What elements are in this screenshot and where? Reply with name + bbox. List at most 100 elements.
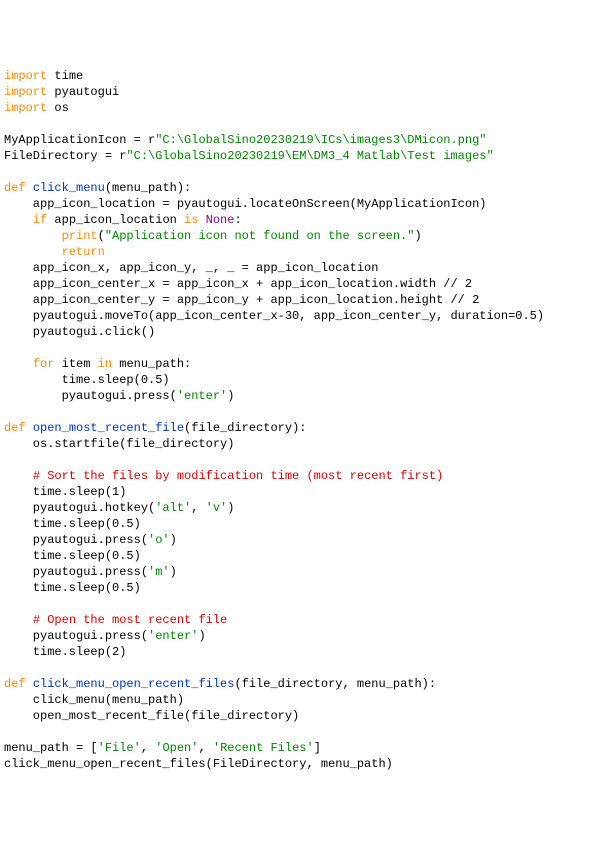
code-token: 'enter'	[177, 389, 227, 403]
code-token: app_icon_location	[47, 213, 184, 227]
code-token: MyApplicationIcon = r	[4, 133, 155, 147]
code-line	[4, 724, 598, 740]
code-line: pyautogui.press('m')	[4, 564, 598, 580]
code-line: pyautogui.press('o')	[4, 532, 598, 548]
code-token: time.sleep(0.5)	[4, 517, 141, 531]
code-token: in	[98, 357, 112, 371]
code-token: 'm'	[148, 565, 170, 579]
code-token: "C:\GlobalSino20230219\EM\DM3_4 Matlab\T…	[126, 149, 493, 163]
code-line: time.sleep(0.5)	[4, 580, 598, 596]
code-token: time.sleep(0.5)	[4, 581, 141, 595]
code-token: print	[62, 229, 98, 243]
code-line	[4, 340, 598, 356]
code-token: "Application icon not found on the scree…	[105, 229, 415, 243]
code-token	[4, 245, 62, 259]
code-line	[4, 404, 598, 420]
code-token: ,	[198, 741, 212, 755]
code-token: is	[184, 213, 198, 227]
code-token: FileDirectory = r	[4, 149, 126, 163]
code-token: import	[4, 101, 47, 115]
code-token: menu_path = [	[4, 741, 98, 755]
code-line: FileDirectory = r"C:\GlobalSino20230219\…	[4, 148, 598, 164]
code-line	[4, 164, 598, 180]
code-line: app_icon_location = pyautogui.locateOnSc…	[4, 196, 598, 212]
code-line: import time	[4, 68, 598, 84]
code-token: pyautogui.click()	[4, 325, 155, 339]
code-line: # Sort the files by modification time (m…	[4, 468, 598, 484]
code-line: time.sleep(0.5)	[4, 548, 598, 564]
code-token	[4, 469, 33, 483]
code-token: time	[47, 69, 83, 83]
code-line: return	[4, 244, 598, 260]
code-line: time.sleep(0.5)	[4, 516, 598, 532]
code-token: pyautogui.press(	[4, 629, 148, 643]
code-token: ,	[191, 501, 205, 515]
code-token: pyautogui.hotkey(	[4, 501, 155, 515]
code-line: def open_most_recent_file(file_directory…	[4, 420, 598, 436]
code-line	[4, 116, 598, 132]
code-line: app_icon_center_y = app_icon_y + app_ico…	[4, 292, 598, 308]
code-line: print("Application icon not found on the…	[4, 228, 598, 244]
code-token: time.sleep(1)	[4, 485, 126, 499]
code-line: click_menu_open_recent_files(FileDirecto…	[4, 756, 598, 772]
code-line: os.startfile(file_directory)	[4, 436, 598, 452]
code-token: pyautogui	[47, 85, 119, 99]
code-token: if	[33, 213, 47, 227]
code-token: app_icon_location = pyautogui.locateOnSc…	[4, 197, 486, 211]
code-token: None	[206, 213, 235, 227]
code-token	[26, 181, 33, 195]
code-token: open_most_recent_file(file_directory)	[4, 709, 299, 723]
code-token: # Sort the files by modification time (m…	[33, 469, 443, 483]
code-line: pyautogui.hotkey('alt', 'v')	[4, 500, 598, 516]
code-token: def	[4, 677, 26, 691]
code-token: app_icon_x, app_icon_y, _, _ = app_icon_…	[4, 261, 378, 275]
code-token: 'enter'	[148, 629, 198, 643]
code-token: )	[414, 229, 421, 243]
code-line: def click_menu(menu_path):	[4, 180, 598, 196]
code-token: pyautogui.press(	[4, 565, 148, 579]
code-line: def click_menu_open_recent_files(file_di…	[4, 676, 598, 692]
code-token: def	[4, 181, 26, 195]
code-token: )	[198, 629, 205, 643]
code-token: os	[47, 101, 69, 115]
code-token: import	[4, 85, 47, 99]
code-token: 'File'	[98, 741, 141, 755]
code-line	[4, 596, 598, 612]
code-token: click_menu(menu_path)	[4, 693, 184, 707]
code-token: ,	[141, 741, 155, 755]
code-token: time.sleep(0.5)	[4, 549, 141, 563]
code-token: )	[227, 389, 234, 403]
code-token	[4, 213, 33, 227]
code-token: (file_directory, menu_path):	[234, 677, 436, 691]
code-line: menu_path = ['File', 'Open', 'Recent Fil…	[4, 740, 598, 756]
code-token: click_menu_open_recent_files	[33, 677, 235, 691]
code-token: time.sleep(2)	[4, 645, 126, 659]
code-line: pyautogui.press('enter')	[4, 388, 598, 404]
code-token	[4, 229, 62, 243]
python-code-block: import timeimport pyautoguiimport os MyA…	[4, 68, 598, 772]
code-line: pyautogui.moveTo(app_icon_center_x-30, a…	[4, 308, 598, 324]
code-line: for item in menu_path:	[4, 356, 598, 372]
code-token: click_menu	[33, 181, 105, 195]
code-token: ]	[314, 741, 321, 755]
code-token: 'Recent Files'	[213, 741, 314, 755]
code-token: 'alt'	[155, 501, 191, 515]
code-token: 'v'	[206, 501, 228, 515]
code-token: for	[33, 357, 55, 371]
code-token: open_most_recent_file	[33, 421, 184, 435]
code-token: import	[4, 69, 47, 83]
code-token: )	[227, 501, 234, 515]
code-token	[26, 421, 33, 435]
code-token: app_icon_center_y = app_icon_y + app_ico…	[4, 293, 479, 307]
code-line: # Open the most recent file	[4, 612, 598, 628]
code-token: click_menu_open_recent_files(FileDirecto…	[4, 757, 393, 771]
code-token: (	[98, 229, 105, 243]
code-token: time.sleep(0.5)	[4, 373, 170, 387]
code-line	[4, 452, 598, 468]
code-line: if app_icon_location is None:	[4, 212, 598, 228]
code-token: def	[4, 421, 26, 435]
code-line: app_icon_center_x = app_icon_x + app_ico…	[4, 276, 598, 292]
code-token: # Open the most recent file	[33, 613, 227, 627]
code-token: pyautogui.moveTo(app_icon_center_x-30, a…	[4, 309, 544, 323]
code-token: )	[170, 565, 177, 579]
